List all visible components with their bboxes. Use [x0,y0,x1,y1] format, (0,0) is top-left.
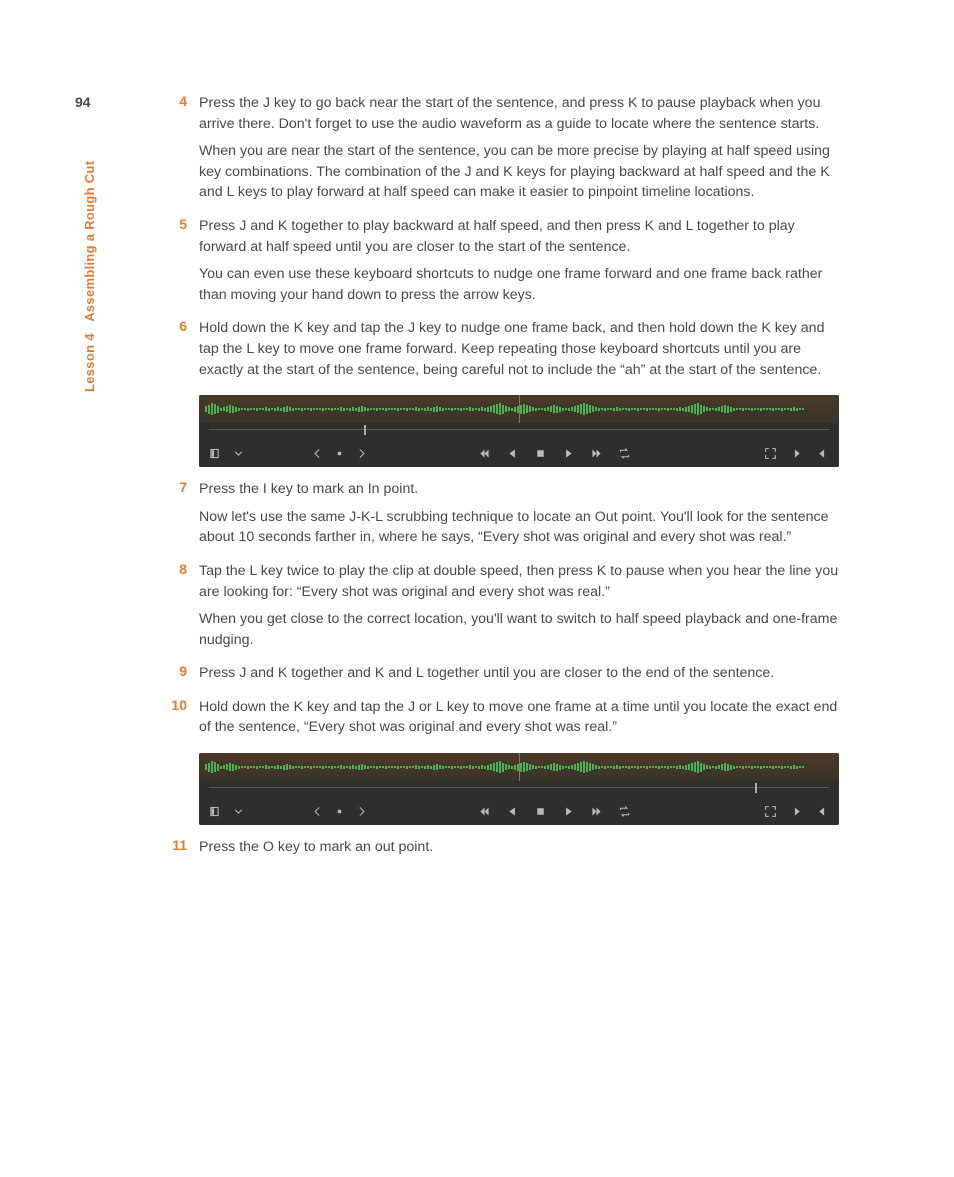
view-mode-dropdown-icon[interactable] [231,446,245,460]
go-to-in-icon[interactable] [789,446,803,460]
step-paragraph: Press J and K together to play backward … [199,216,840,257]
go-to-in-icon[interactable] [789,804,803,818]
step-paragraph: Hold down the K key and tap the J key to… [199,318,840,380]
step-number: 4 [155,93,199,109]
step-number: 5 [155,216,199,232]
page: 94 Lesson 4 Assembling a Rough Cut 4Pres… [0,0,954,1177]
waveform-area [199,753,839,781]
go-to-out-icon[interactable] [815,804,829,818]
lesson-number: Lesson 4 [82,333,97,392]
step-paragraph: Now let's use the same J-K-L scrubbing t… [199,507,840,548]
match-frame-icon[interactable] [763,804,777,818]
marker-dot-icon[interactable] [332,446,346,460]
playhead-indicator [519,395,520,423]
viewer-screenshot [199,395,839,467]
scrub-bar[interactable] [209,787,829,798]
playhead-indicator [519,753,520,781]
viewer-screenshot [199,753,839,825]
step: 11Press the O key to mark an out point. [155,837,840,865]
step-paragraph: When you are near the start of the sente… [199,141,840,203]
content-column: 4Press the J key to go back near the sta… [155,93,840,871]
view-mode-icon[interactable] [209,804,223,818]
step-body: Press J and K together to play backward … [199,216,840,312]
step-paragraph: Hold down the K key and tap the J or L k… [199,697,840,738]
prev-edit-icon[interactable] [310,804,324,818]
match-frame-icon[interactable] [763,446,777,460]
skip-back-icon[interactable] [477,446,491,460]
step-number: 10 [155,697,199,713]
marker-dot-icon[interactable] [332,804,346,818]
step-number: 8 [155,561,199,577]
step: 6Hold down the K key and tap the J key t… [155,318,840,387]
step-body: Press J and K together and K and L toget… [199,663,840,691]
stop-icon[interactable] [533,804,547,818]
skip-forward-icon[interactable] [589,804,603,818]
step-number: 6 [155,318,199,334]
go-to-out-icon[interactable] [815,446,829,460]
step: 4Press the J key to go back near the sta… [155,93,840,210]
transport-bar [199,781,839,825]
next-edit-icon[interactable] [354,804,368,818]
prev-edit-icon[interactable] [310,446,324,460]
play-reverse-icon[interactable] [505,804,519,818]
step-body: Press the O key to mark an out point. [199,837,840,865]
play-icon[interactable] [561,804,575,818]
view-mode-dropdown-icon[interactable] [231,804,245,818]
step-paragraph: Press the J key to go back near the star… [199,93,840,134]
next-edit-icon[interactable] [354,446,368,460]
step: 8Tap the L key twice to play the clip at… [155,561,840,657]
scrub-position-tick [364,425,366,435]
step: 5Press J and K together to play backward… [155,216,840,312]
step-body: Tap the L key twice to play the clip at … [199,561,840,657]
step-body: Hold down the K key and tap the J or L k… [199,697,840,745]
step-paragraph: Press J and K together and K and L toget… [199,663,840,684]
waveform-area [199,395,839,423]
step-number: 7 [155,479,199,495]
scrub-position-tick [755,783,757,793]
play-reverse-icon[interactable] [505,446,519,460]
step-paragraph: Press the I key to mark an In point. [199,479,840,500]
step-number: 9 [155,663,199,679]
step: 9Press J and K together and K and L toge… [155,663,840,691]
step-paragraph: Tap the L key twice to play the clip at … [199,561,840,602]
scrub-bar[interactable] [209,429,829,440]
page-number: 94 [75,94,91,110]
step-paragraph: When you get close to the correct locati… [199,609,840,650]
skip-back-icon[interactable] [477,804,491,818]
step: 7Press the I key to mark an In point. Now… [155,479,840,555]
stop-icon[interactable] [533,446,547,460]
step: 10Hold down the K key and tap the J or L… [155,697,840,745]
view-mode-icon[interactable] [209,446,223,460]
transport-bar [199,423,839,467]
loop-icon[interactable] [617,804,631,818]
step-body: Press the J key to go back near the star… [199,93,840,210]
lesson-title: Assembling a Rough Cut [82,161,97,322]
lesson-marker: Lesson 4 Assembling a Rough Cut [82,161,97,392]
step-body: Press the I key to mark an In point. Now … [199,479,840,555]
step-paragraph: You can even use these keyboard shortcut… [199,264,840,305]
skip-forward-icon[interactable] [589,446,603,460]
step-body: Hold down the K key and tap the J key to… [199,318,840,387]
loop-icon[interactable] [617,446,631,460]
play-icon[interactable] [561,446,575,460]
step-number: 11 [155,837,199,853]
step-paragraph: Press the O key to mark an out point. [199,837,840,858]
